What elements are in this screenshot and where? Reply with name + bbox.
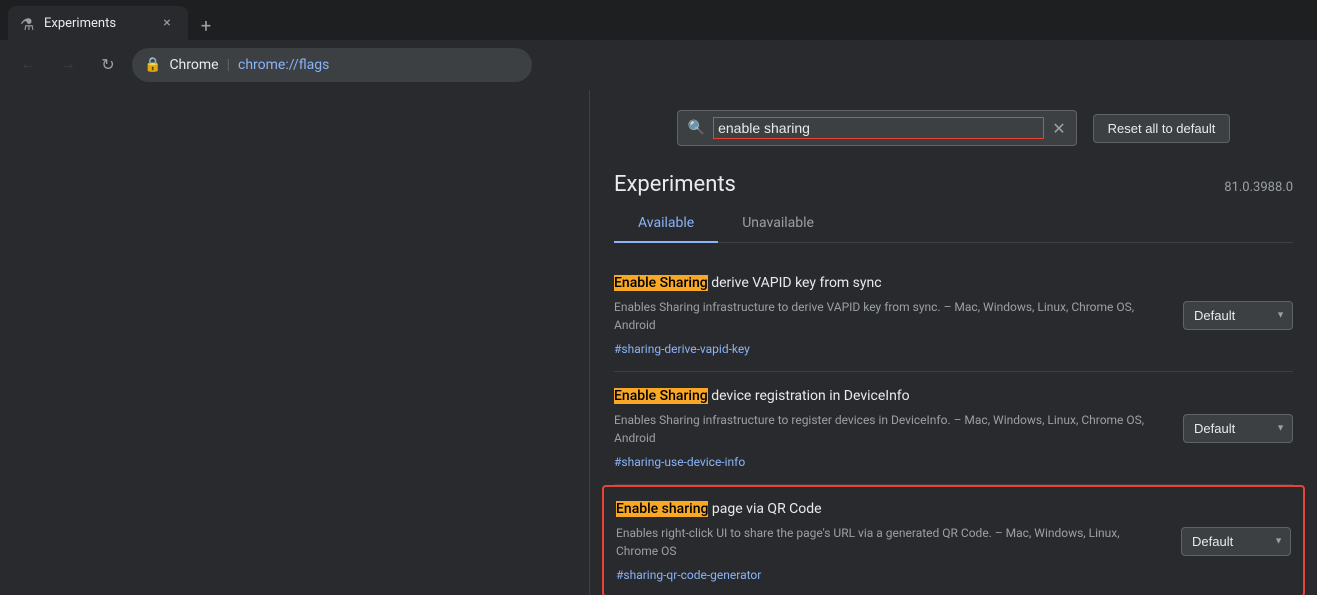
select-wrapper-1[interactable]: Default Enabled Disabled xyxy=(1183,301,1293,330)
experiment-info-2: Enable Sharing device registration in De… xyxy=(614,386,1159,470)
experiment-desc-3: Enables right-click UI to share the page… xyxy=(616,524,1157,560)
experiment-link-3[interactable]: #sharing-qr-code-generator xyxy=(616,568,761,582)
search-icon: 🔍 xyxy=(688,120,705,136)
tab-favicon: ⚗ xyxy=(20,15,36,31)
default-select-2[interactable]: Default Enabled Disabled xyxy=(1183,414,1293,443)
experiment-name-2: Enable Sharing device registration in De… xyxy=(614,386,1159,407)
highlight-1: Enable Sharing xyxy=(614,275,708,291)
reset-all-button[interactable]: Reset all to default xyxy=(1093,114,1231,143)
tab-title: Experiments xyxy=(44,16,150,31)
highlight-3: Enable sharing xyxy=(616,501,708,517)
forward-button[interactable]: → xyxy=(52,49,84,81)
experiment-name-rest-2: device registration in DeviceInfo xyxy=(708,388,910,404)
experiment-link-2[interactable]: #sharing-use-device-info xyxy=(614,455,745,469)
search-box[interactable]: 🔍 ✕ xyxy=(677,110,1077,146)
address-separator: | xyxy=(227,57,230,73)
experiment-name-rest-1: derive VAPID key from sync xyxy=(708,275,882,291)
experiments-list: Enable Sharing derive VAPID key from syn… xyxy=(590,243,1317,595)
experiments-tab[interactable]: ⚗ Experiments × xyxy=(8,6,188,40)
tab-close-button[interactable]: × xyxy=(158,14,176,32)
new-tab-button[interactable]: + xyxy=(192,12,220,40)
experiment-name-3: Enable sharing page via QR Code xyxy=(616,499,1157,520)
nav-bar: ← → ↻ 🔒 Chrome | chrome://flags xyxy=(0,40,1317,90)
experiment-info-3: Enable sharing page via QR Code Enables … xyxy=(616,499,1157,583)
tab-available[interactable]: Available xyxy=(614,205,718,243)
sidebar xyxy=(0,90,590,595)
experiment-name-1: Enable Sharing derive VAPID key from syn… xyxy=(614,273,1159,294)
select-wrapper-3[interactable]: Default Enabled Disabled xyxy=(1181,527,1291,556)
experiment-item-1: Enable Sharing derive VAPID key from syn… xyxy=(614,259,1293,372)
address-url: chrome://flags xyxy=(238,57,329,73)
tab-bar: ⚗ Experiments × + xyxy=(0,0,1317,40)
experiment-name-rest-3: page via QR Code xyxy=(708,501,821,517)
search-clear-button[interactable]: ✕ xyxy=(1052,119,1065,138)
refresh-button[interactable]: ↻ xyxy=(92,49,124,81)
default-select-3[interactable]: Default Enabled Disabled xyxy=(1181,527,1291,556)
experiments-header: Experiments 81.0.3988.0 xyxy=(590,156,1317,205)
address-bar[interactable]: 🔒 Chrome | chrome://flags xyxy=(132,48,532,82)
experiment-item-3: Enable sharing page via QR Code Enables … xyxy=(602,485,1305,595)
browser-frame: ⚗ Experiments × + ← → ↻ 🔒 Chrome | chrom… xyxy=(0,0,1317,90)
security-icon: 🔒 xyxy=(144,57,161,73)
browser-brand: Chrome xyxy=(169,57,218,73)
back-button[interactable]: ← xyxy=(12,49,44,81)
content-area: 🔍 ✕ Reset all to default Experiments 81.… xyxy=(0,90,1317,595)
tabs-row: Available Unavailable xyxy=(614,205,1293,243)
select-wrapper-2[interactable]: Default Enabled Disabled xyxy=(1183,414,1293,443)
search-bar-container: 🔍 ✕ Reset all to default xyxy=(590,90,1317,156)
experiment-desc-1: Enables Sharing infrastructure to derive… xyxy=(614,298,1159,334)
main-panel: 🔍 ✕ Reset all to default Experiments 81.… xyxy=(590,90,1317,595)
default-select-1[interactable]: Default Enabled Disabled xyxy=(1183,301,1293,330)
tab-unavailable[interactable]: Unavailable xyxy=(718,205,838,243)
experiment-item-2: Enable Sharing device registration in De… xyxy=(614,372,1293,485)
experiment-link-1[interactable]: #sharing-derive-vapid-key xyxy=(614,342,750,356)
version-text: 81.0.3988.0 xyxy=(1224,180,1293,195)
search-input[interactable] xyxy=(713,117,1044,139)
highlight-2: Enable Sharing xyxy=(614,388,708,404)
page-title: Experiments xyxy=(614,172,736,197)
experiment-desc-2: Enables Sharing infrastructure to regist… xyxy=(614,411,1159,447)
experiment-info-1: Enable Sharing derive VAPID key from syn… xyxy=(614,273,1159,357)
